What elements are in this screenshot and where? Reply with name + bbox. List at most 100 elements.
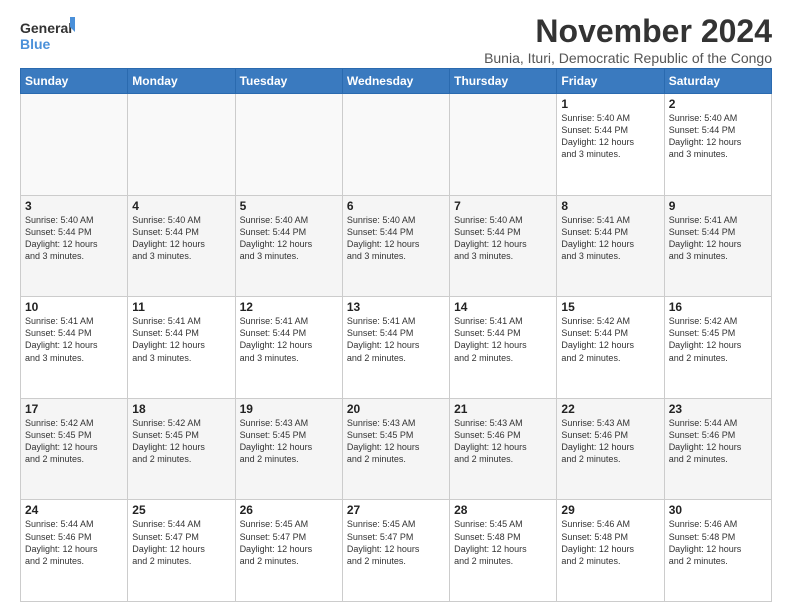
calendar-header: Sunday Monday Tuesday Wednesday Thursday…: [21, 69, 772, 94]
day-number: 20: [347, 402, 445, 416]
day-info: Sunrise: 5:45 AM Sunset: 5:47 PM Dayligh…: [347, 518, 445, 567]
day-number: 24: [25, 503, 123, 517]
day-cell: 29Sunrise: 5:46 AM Sunset: 5:48 PM Dayli…: [557, 500, 664, 602]
day-info: Sunrise: 5:41 AM Sunset: 5:44 PM Dayligh…: [561, 214, 659, 263]
day-info: Sunrise: 5:43 AM Sunset: 5:46 PM Dayligh…: [454, 417, 552, 466]
day-number: 3: [25, 199, 123, 213]
day-number: 25: [132, 503, 230, 517]
day-number: 22: [561, 402, 659, 416]
day-info: Sunrise: 5:44 AM Sunset: 5:46 PM Dayligh…: [25, 518, 123, 567]
day-cell: 4Sunrise: 5:40 AM Sunset: 5:44 PM Daylig…: [128, 195, 235, 297]
day-number: 10: [25, 300, 123, 314]
day-info: Sunrise: 5:40 AM Sunset: 5:44 PM Dayligh…: [454, 214, 552, 263]
day-number: 29: [561, 503, 659, 517]
day-number: 19: [240, 402, 338, 416]
day-info: Sunrise: 5:44 AM Sunset: 5:46 PM Dayligh…: [669, 417, 767, 466]
day-cell: 5Sunrise: 5:40 AM Sunset: 5:44 PM Daylig…: [235, 195, 342, 297]
day-cell: 3Sunrise: 5:40 AM Sunset: 5:44 PM Daylig…: [21, 195, 128, 297]
day-number: 9: [669, 199, 767, 213]
svg-text:General: General: [20, 20, 72, 36]
day-info: Sunrise: 5:42 AM Sunset: 5:44 PM Dayligh…: [561, 315, 659, 364]
day-cell: 20Sunrise: 5:43 AM Sunset: 5:45 PM Dayli…: [342, 398, 449, 500]
logo-svg: General Blue: [20, 15, 75, 55]
day-cell: 15Sunrise: 5:42 AM Sunset: 5:44 PM Dayli…: [557, 297, 664, 399]
day-cell: 19Sunrise: 5:43 AM Sunset: 5:45 PM Dayli…: [235, 398, 342, 500]
day-cell: 18Sunrise: 5:42 AM Sunset: 5:45 PM Dayli…: [128, 398, 235, 500]
day-info: Sunrise: 5:43 AM Sunset: 5:45 PM Dayligh…: [240, 417, 338, 466]
calendar: Sunday Monday Tuesday Wednesday Thursday…: [20, 68, 772, 602]
day-info: Sunrise: 5:41 AM Sunset: 5:44 PM Dayligh…: [347, 315, 445, 364]
day-cell: 11Sunrise: 5:41 AM Sunset: 5:44 PM Dayli…: [128, 297, 235, 399]
day-cell: 12Sunrise: 5:41 AM Sunset: 5:44 PM Dayli…: [235, 297, 342, 399]
day-number: 7: [454, 199, 552, 213]
svg-text:Blue: Blue: [20, 36, 51, 52]
day-number: 12: [240, 300, 338, 314]
day-cell: 16Sunrise: 5:42 AM Sunset: 5:45 PM Dayli…: [664, 297, 771, 399]
day-number: 18: [132, 402, 230, 416]
day-number: 27: [347, 503, 445, 517]
day-cell: 21Sunrise: 5:43 AM Sunset: 5:46 PM Dayli…: [450, 398, 557, 500]
day-number: 1: [561, 97, 659, 111]
day-cell: 9Sunrise: 5:41 AM Sunset: 5:44 PM Daylig…: [664, 195, 771, 297]
day-number: 17: [25, 402, 123, 416]
subtitle: Bunia, Ituri, Democratic Republic of the…: [484, 50, 772, 66]
day-cell: 27Sunrise: 5:45 AM Sunset: 5:47 PM Dayli…: [342, 500, 449, 602]
day-number: 23: [669, 402, 767, 416]
day-cell: 10Sunrise: 5:41 AM Sunset: 5:44 PM Dayli…: [21, 297, 128, 399]
day-info: Sunrise: 5:42 AM Sunset: 5:45 PM Dayligh…: [25, 417, 123, 466]
day-cell: [450, 94, 557, 196]
day-info: Sunrise: 5:46 AM Sunset: 5:48 PM Dayligh…: [561, 518, 659, 567]
day-number: 30: [669, 503, 767, 517]
week-row-4: 24Sunrise: 5:44 AM Sunset: 5:46 PM Dayli…: [21, 500, 772, 602]
day-cell: 26Sunrise: 5:45 AM Sunset: 5:47 PM Dayli…: [235, 500, 342, 602]
day-cell: [128, 94, 235, 196]
col-friday: Friday: [557, 69, 664, 94]
day-info: Sunrise: 5:40 AM Sunset: 5:44 PM Dayligh…: [669, 112, 767, 161]
day-cell: 8Sunrise: 5:41 AM Sunset: 5:44 PM Daylig…: [557, 195, 664, 297]
week-row-3: 17Sunrise: 5:42 AM Sunset: 5:45 PM Dayli…: [21, 398, 772, 500]
day-info: Sunrise: 5:41 AM Sunset: 5:44 PM Dayligh…: [669, 214, 767, 263]
day-cell: 6Sunrise: 5:40 AM Sunset: 5:44 PM Daylig…: [342, 195, 449, 297]
day-info: Sunrise: 5:41 AM Sunset: 5:44 PM Dayligh…: [132, 315, 230, 364]
day-cell: 7Sunrise: 5:40 AM Sunset: 5:44 PM Daylig…: [450, 195, 557, 297]
day-info: Sunrise: 5:40 AM Sunset: 5:44 PM Dayligh…: [25, 214, 123, 263]
day-cell: 17Sunrise: 5:42 AM Sunset: 5:45 PM Dayli…: [21, 398, 128, 500]
day-info: Sunrise: 5:42 AM Sunset: 5:45 PM Dayligh…: [669, 315, 767, 364]
day-info: Sunrise: 5:41 AM Sunset: 5:44 PM Dayligh…: [240, 315, 338, 364]
day-number: 8: [561, 199, 659, 213]
calendar-body: 1 Sunrise: 5:40 AM Sunset: 5:44 PM Daylig…: [21, 94, 772, 602]
day-number: 4: [132, 199, 230, 213]
day-cell: 2Sunrise: 5:40 AM Sunset: 5:44 PM Daylig…: [664, 94, 771, 196]
day-cell: 13Sunrise: 5:41 AM Sunset: 5:44 PM Dayli…: [342, 297, 449, 399]
col-monday: Monday: [128, 69, 235, 94]
day-info: Sunrise: 5:41 AM Sunset: 5:44 PM Dayligh…: [25, 315, 123, 364]
day-number: 28: [454, 503, 552, 517]
day-cell: [342, 94, 449, 196]
day-cell: [21, 94, 128, 196]
day-cell: 25Sunrise: 5:44 AM Sunset: 5:47 PM Dayli…: [128, 500, 235, 602]
header: General Blue November 2024 Bunia, Ituri,…: [20, 15, 772, 66]
col-wednesday: Wednesday: [342, 69, 449, 94]
week-row-1: 3Sunrise: 5:40 AM Sunset: 5:44 PM Daylig…: [21, 195, 772, 297]
title-block: November 2024 Bunia, Ituri, Democratic R…: [484, 15, 772, 66]
main-title: November 2024: [484, 15, 772, 47]
col-saturday: Saturday: [664, 69, 771, 94]
day-number: 6: [347, 199, 445, 213]
page: General Blue November 2024 Bunia, Ituri,…: [0, 0, 792, 612]
day-number: 2: [669, 97, 767, 111]
day-number: 26: [240, 503, 338, 517]
day-info: Sunrise: 5:40 AM Sunset: 5:44 PM Dayligh…: [240, 214, 338, 263]
day-number: 21: [454, 402, 552, 416]
day-cell: 23Sunrise: 5:44 AM Sunset: 5:46 PM Dayli…: [664, 398, 771, 500]
day-info: Sunrise: 5:45 AM Sunset: 5:47 PM Dayligh…: [240, 518, 338, 567]
day-info: Sunrise: 5:40 AM Sunset: 5:44 PM Dayligh…: [132, 214, 230, 263]
logo: General Blue: [20, 15, 75, 55]
day-cell: 1Sunrise: 5:40 AM Sunset: 5:44 PM Daylig…: [557, 94, 664, 196]
day-cell: 30Sunrise: 5:46 AM Sunset: 5:48 PM Dayli…: [664, 500, 771, 602]
day-cell: 28Sunrise: 5:45 AM Sunset: 5:48 PM Dayli…: [450, 500, 557, 602]
day-number: 16: [669, 300, 767, 314]
day-cell: 24Sunrise: 5:44 AM Sunset: 5:46 PM Dayli…: [21, 500, 128, 602]
day-info: Sunrise: 5:41 AM Sunset: 5:44 PM Dayligh…: [454, 315, 552, 364]
col-tuesday: Tuesday: [235, 69, 342, 94]
day-info: Sunrise: 5:43 AM Sunset: 5:45 PM Dayligh…: [347, 417, 445, 466]
